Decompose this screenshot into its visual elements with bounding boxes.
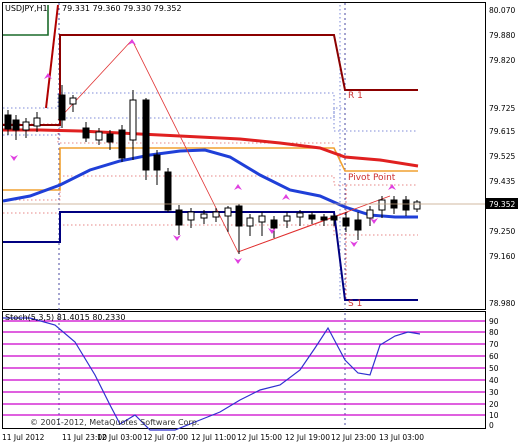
time-label: 12 Jul 03:00 [97,433,142,442]
current-price-value: 79.352 [489,200,515,209]
time-label: 12 Jul 15:00 [237,433,282,442]
price-tick: 78.980 [489,299,515,308]
time-label: 12 Jul 19:00 [285,433,330,442]
stoch-level-label: 90 [489,317,499,326]
time-label: 11 Jul 2012 [2,433,45,442]
main-chart-frame [2,2,486,310]
stoch-level-label: 70 [489,340,499,349]
time-label: 13 Jul 03:00 [379,433,424,442]
r1-label: R 1 [348,91,363,101]
symbol-label: USDJPY,H1 [5,4,48,13]
stochastic-level-labels: 90 80 70 60 50 40 30 20 10 0 [489,317,499,430]
stochastic-frame [2,311,486,429]
price-tick: 80.070 [489,6,515,15]
stoch-level-label: 20 [489,400,499,409]
stoch-level-label: 0 [489,421,494,430]
price-tick: 79.435 [489,177,515,186]
stoch-level-label: 10 [489,411,499,420]
price-tick: 79.725 [489,104,515,113]
stoch-level-label: 80 [489,328,499,337]
price-tick: 79.615 [489,127,515,136]
price-tick: 79.160 [489,252,515,261]
stochastic-title: Stoch(5,3,5) 81.4015 80.2330 [5,313,125,322]
price-tick: 79.880 [489,31,515,40]
time-label: 12 Jul 23:00 [331,433,376,442]
price-tick: 79.525 [489,152,515,161]
stoch-level-label: 40 [489,376,499,385]
time-axis: 11 Jul 2012 11 Jul 23:00 12 Jul 03:00 12… [2,433,424,442]
price-chart[interactable]: R 1 Pivot Point S 1 USDJPY,H1 79.331 79.… [0,0,518,444]
s1-label: S 1 [348,299,362,309]
price-tick: 79.820 [489,56,515,65]
price-tick: 79.250 [489,227,515,236]
pivot-point-label: Pivot Point [348,173,396,183]
ohlc-label: 79.331 79.360 79.330 79.352 [62,4,182,13]
time-label: 12 Jul 11:00 [191,433,236,442]
stoch-level-label: 30 [489,388,499,397]
time-label: 12 Jul 07:00 [143,433,188,442]
copyright-text: © 2001-2012, MetaQuotes Software Corp. [30,418,199,427]
price-axis: 80.070 79.880 79.820 79.725 79.615 79.52… [486,6,518,308]
stoch-level-label: 60 [489,352,499,361]
stoch-level-label: 50 [489,364,499,373]
